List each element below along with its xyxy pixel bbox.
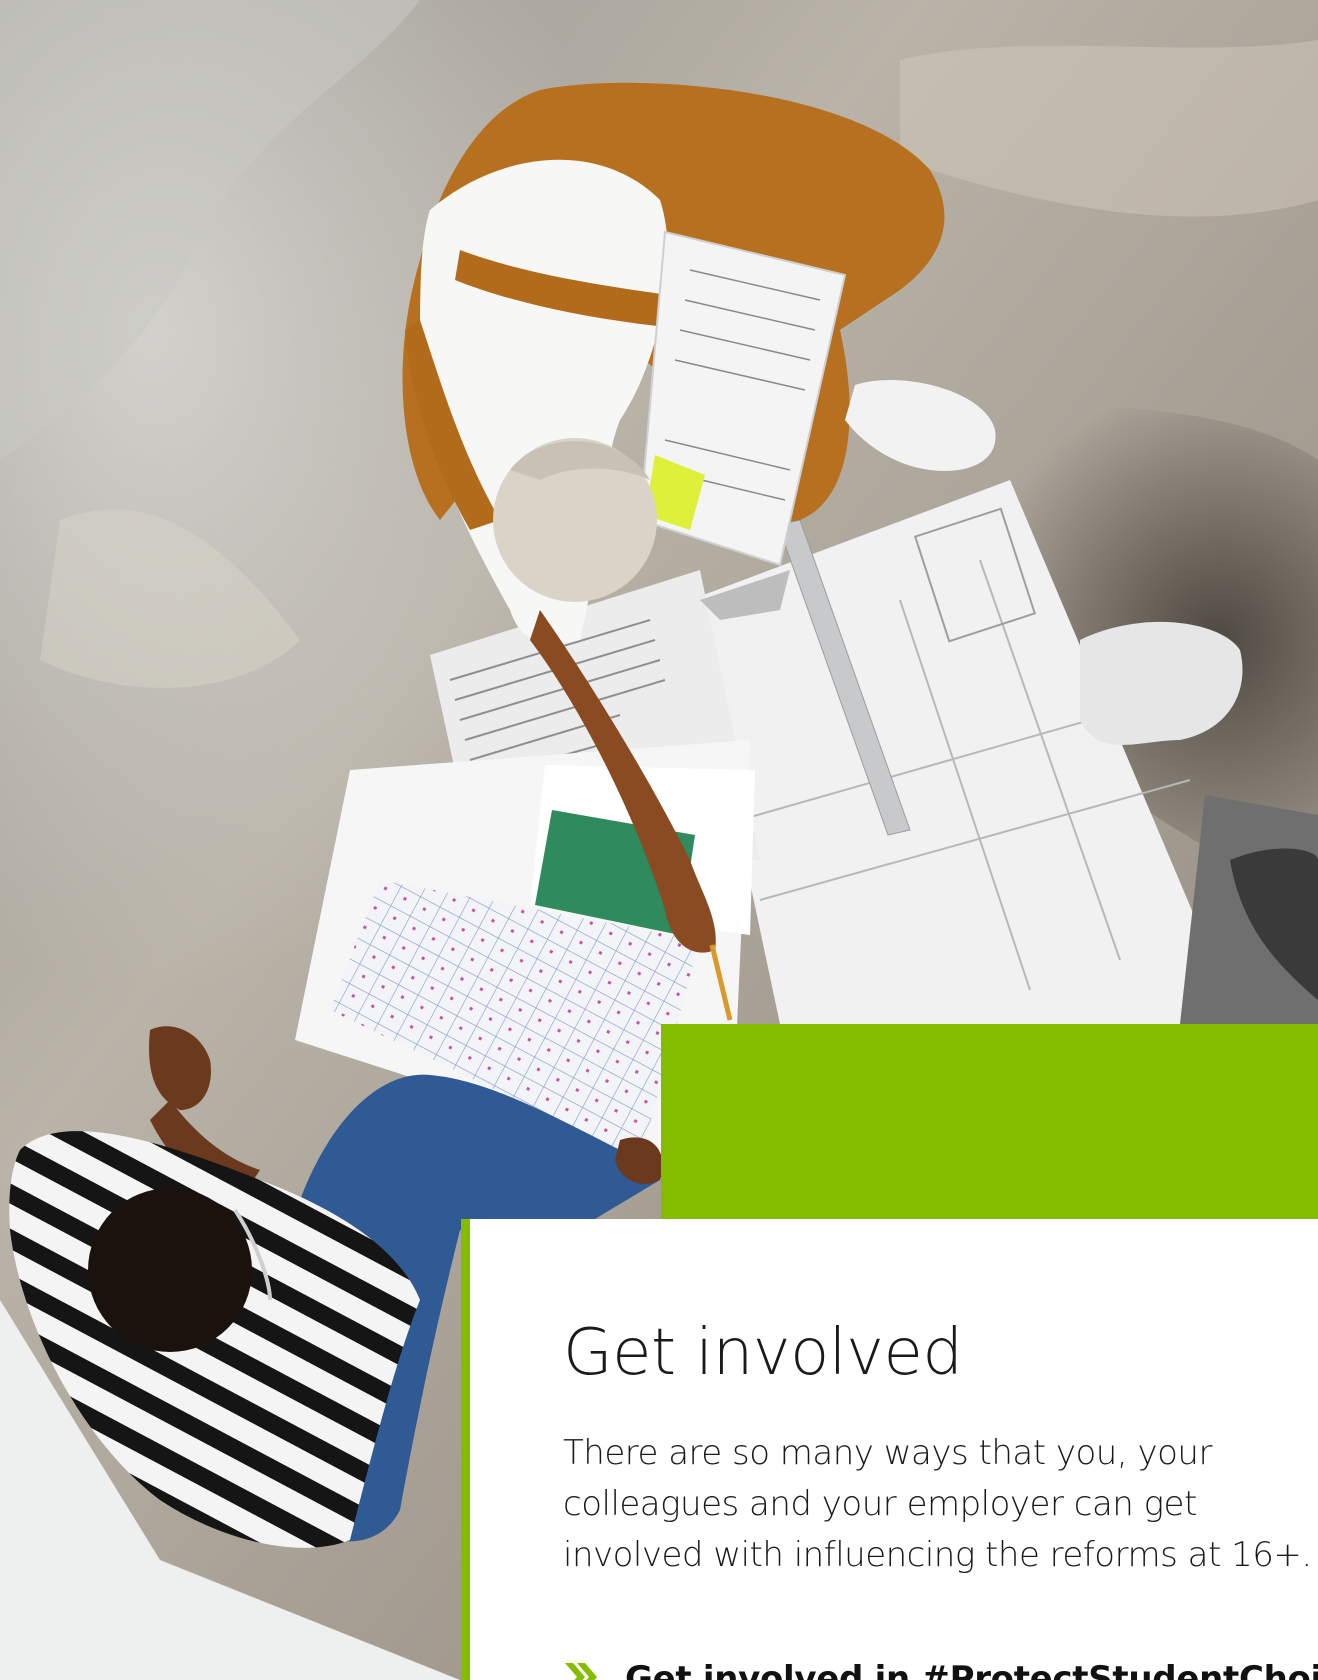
page: Get involved There are so many ways that…: [0, 0, 1318, 1680]
double-chevron-right-icon: [565, 1663, 597, 1680]
accent-green-block: [661, 1024, 1318, 1220]
get-involved-card: Get involved There are so many ways that…: [461, 1219, 1318, 1680]
link-label: Get involved in #ProtectStudentChoice: [625, 1659, 1318, 1680]
protect-student-choice-link[interactable]: Get involved in #ProtectStudentChoice: [563, 1659, 1318, 1680]
card-title: Get involved: [563, 1316, 963, 1390]
card-body-text: There are so many ways that you, your co…: [563, 1433, 1312, 1575]
